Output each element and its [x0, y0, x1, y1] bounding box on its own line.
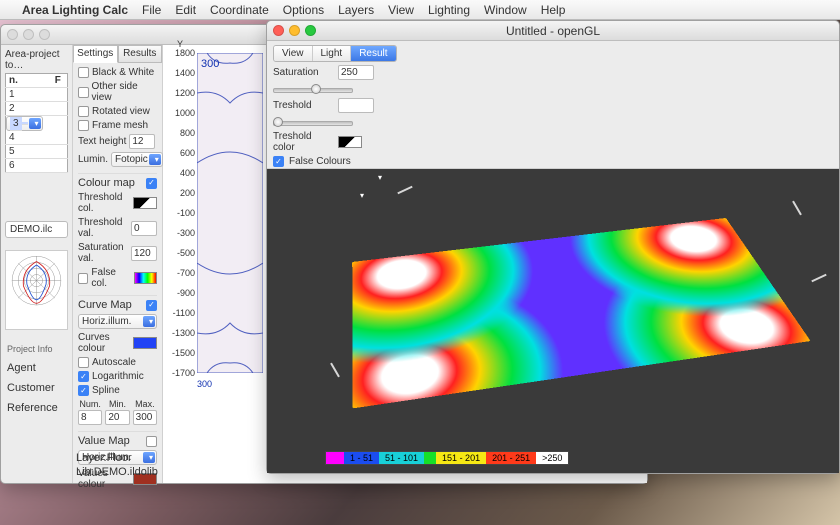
tab-results[interactable]: Results	[118, 45, 163, 63]
falsecol-checkbox[interactable]	[78, 273, 88, 284]
menu-lighting[interactable]: Lighting	[428, 3, 470, 17]
curve-select[interactable]: Horiz.illum.	[78, 314, 157, 329]
gl-titlebar[interactable]: Untitled - openGL	[267, 21, 839, 41]
menu-edit[interactable]: Edit	[175, 3, 196, 17]
table-row-selected: 3	[6, 116, 43, 131]
framemesh-checkbox[interactable]	[78, 120, 89, 131]
menu-file[interactable]: File	[142, 3, 161, 17]
footer: Layer:Floor Lib:DEMO.ildolib	[76, 451, 158, 479]
menu-help[interactable]: Help	[541, 3, 566, 17]
n-table[interactable]: n.F 1 2 3 4 5 6	[5, 73, 68, 173]
opengl-window: Untitled - openGL View Light Result Satu…	[266, 20, 840, 474]
customer-row[interactable]: Customer	[5, 378, 68, 398]
left-sidebar: Area-project to… n.F 1 2 3 4 5 6 DEMO.il…	[1, 45, 73, 483]
x-bottom-tick: 300	[197, 379, 212, 389]
menu-view[interactable]: View	[388, 3, 414, 17]
lib-label: Lib:DEMO.ildolib	[76, 465, 158, 479]
tab-settings[interactable]: Settings	[73, 45, 118, 63]
reference-row[interactable]: Reference	[5, 398, 68, 418]
svg-text:300: 300	[201, 58, 219, 70]
bw-checkbox[interactable]	[78, 67, 89, 78]
gl-viewport[interactable]: 1 - 5151 - 101151 - 201201 - 251>250	[267, 169, 839, 473]
menu-window[interactable]: Window	[484, 3, 527, 17]
min-input[interactable]	[105, 410, 129, 425]
spline-checkbox[interactable]	[78, 385, 89, 396]
saturation-val-input[interactable]	[131, 246, 157, 261]
gl-toolbar: View Light Result Saturation Treshold Tr…	[267, 41, 839, 169]
contour-chart: 300	[197, 53, 263, 373]
threshold-input[interactable]	[338, 98, 374, 113]
view-mode-tabs: View Light Result	[273, 45, 397, 62]
area-project-label: Area-project to…	[5, 49, 68, 71]
file-box[interactable]: DEMO.ilc	[5, 221, 68, 238]
logarithmic-checkbox[interactable]	[78, 371, 89, 382]
threshold-color-swatch[interactable]	[133, 197, 157, 209]
threshold-val-input[interactable]	[131, 221, 157, 236]
false-colour-render	[352, 218, 810, 408]
close-icon[interactable]	[273, 25, 284, 36]
layer-label: Layer:Floor	[76, 451, 158, 465]
zoom-icon[interactable]	[305, 25, 316, 36]
false-colours-checkbox[interactable]	[273, 156, 284, 167]
lumin-select[interactable]: Fotopic	[111, 152, 163, 167]
minimize-icon[interactable]	[23, 29, 34, 40]
valuemap-checkbox[interactable]	[146, 436, 157, 447]
menu-options[interactable]: Options	[283, 3, 324, 17]
app-name[interactable]: Area Lighting Calc	[22, 3, 128, 17]
project-info-label: Project Info	[5, 340, 68, 358]
colourmap-checkbox[interactable]	[146, 178, 157, 189]
close-icon[interactable]	[7, 29, 18, 40]
y-axis: 1800140012001000800600400200-100-300-500…	[163, 53, 197, 373]
text-height-input[interactable]	[129, 134, 155, 149]
gl-title: Untitled - openGL	[267, 24, 839, 38]
gl-threshold-color-swatch[interactable]	[338, 136, 362, 148]
agent-row[interactable]: Agent	[5, 358, 68, 378]
polar-diagram	[5, 250, 68, 330]
saturation-input[interactable]	[338, 65, 374, 80]
num-input[interactable]	[78, 410, 102, 425]
curvemap-checkbox[interactable]	[146, 300, 157, 311]
zoom-icon[interactable]	[39, 29, 50, 40]
rotated-checkbox[interactable]	[78, 106, 89, 117]
curves-color-swatch[interactable]	[133, 337, 157, 349]
otherside-checkbox[interactable]	[78, 87, 89, 98]
falsecol-swatch[interactable]	[134, 272, 157, 284]
colour-legend: 1 - 5151 - 101151 - 201201 - 251>250	[325, 451, 569, 465]
settings-column: Settings Results Black & White Other sid…	[73, 45, 163, 483]
autoscale-checkbox[interactable]	[78, 357, 89, 368]
threshold-slider[interactable]	[273, 116, 353, 128]
seg-view[interactable]: View	[274, 46, 313, 61]
minimize-icon[interactable]	[289, 25, 300, 36]
menubar: Area Lighting Calc File Edit Coordinate …	[0, 0, 840, 20]
menu-layers[interactable]: Layers	[338, 3, 374, 17]
menu-coordinate[interactable]: Coordinate	[210, 3, 269, 17]
saturation-slider[interactable]	[273, 83, 353, 95]
seg-light[interactable]: Light	[313, 46, 352, 61]
seg-result[interactable]: Result	[351, 46, 395, 61]
max-input[interactable]	[133, 410, 157, 425]
